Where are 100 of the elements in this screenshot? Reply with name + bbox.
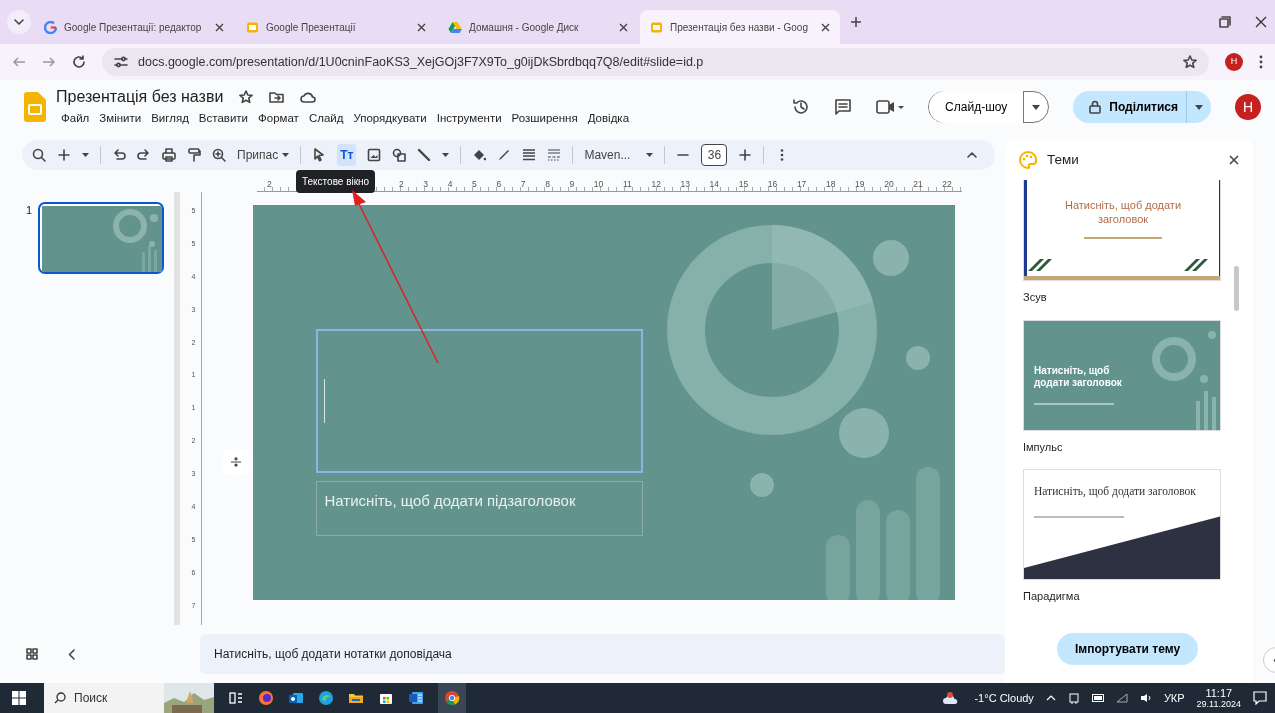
shapes-icon[interactable] xyxy=(392,148,407,162)
theme-preview[interactable]: Натисніть, щоб додати заголовок xyxy=(1023,469,1221,580)
menu-item[interactable]: Змінити xyxy=(94,109,147,129)
firefox-icon[interactable] xyxy=(258,690,274,706)
menu-item[interactable]: Файл xyxy=(56,109,95,129)
font-size-field[interactable]: 36 xyxy=(701,144,728,166)
close-icon[interactable] xyxy=(1255,16,1267,28)
text-box-tool[interactable]: Tт xyxy=(337,144,357,166)
word-icon[interactable] xyxy=(408,690,424,706)
redo-icon[interactable] xyxy=(137,148,151,162)
browser-tab[interactable]: Домашня - Google Диск xyxy=(438,10,638,44)
theme-preview[interactable]: Натисніть, щоб додати заголовок xyxy=(1023,180,1221,281)
task-view-icon[interactable] xyxy=(228,690,244,706)
import-theme-button[interactable]: Імпортувати тему xyxy=(1057,633,1199,665)
more-icon[interactable] xyxy=(1259,55,1263,69)
reload-icon[interactable] xyxy=(72,55,86,69)
back-icon[interactable] xyxy=(12,55,26,69)
clock-date[interactable]: 29.11.2024 xyxy=(1196,699,1241,710)
clock-time[interactable]: 11:17 xyxy=(1205,686,1233,700)
document-title[interactable]: Презентація без назви xyxy=(56,85,224,110)
undo-icon[interactable] xyxy=(112,148,126,162)
zoom-icon[interactable] xyxy=(212,148,226,162)
slideshow-button[interactable]: Слайд-шоу xyxy=(929,91,1024,123)
print-icon[interactable] xyxy=(162,148,176,162)
menu-item[interactable]: Упорядкувати xyxy=(348,109,432,129)
browser-tab[interactable]: Презентація без назви - Goog xyxy=(640,10,840,44)
video-call-icon[interactable] xyxy=(876,99,905,115)
palette-icon xyxy=(1019,151,1037,169)
chevron-left-icon[interactable] xyxy=(68,648,75,660)
ruler-number: 2 xyxy=(267,178,272,191)
ruler-number: 4 xyxy=(447,178,453,191)
ruler-number: 18 xyxy=(825,178,836,191)
theme-name[interactable]: Парадигма xyxy=(1023,588,1225,605)
wifi-icon[interactable] xyxy=(1115,693,1128,703)
profile-avatar[interactable]: Н xyxy=(1225,53,1243,71)
language-indicator[interactable]: УКР xyxy=(1163,689,1185,707)
menu-item[interactable]: Слайд xyxy=(303,109,349,129)
font-dropdown[interactable]: Maven... xyxy=(584,146,654,164)
account-avatar[interactable]: Н xyxy=(1235,94,1261,120)
network-icon[interactable] xyxy=(1067,692,1080,704)
close-icon[interactable] xyxy=(417,22,426,32)
close-icon[interactable] xyxy=(215,22,224,32)
menu-item[interactable]: Інструменти xyxy=(431,109,507,129)
ruler-number: 2 xyxy=(399,178,404,191)
menu-item[interactable]: Розширення xyxy=(506,109,583,129)
close-icon[interactable] xyxy=(821,22,830,32)
volume-icon[interactable] xyxy=(1139,693,1152,703)
cloud-icon[interactable] xyxy=(300,91,317,104)
theme-name[interactable]: Зсув xyxy=(1023,289,1225,306)
menu-item[interactable]: Довідка xyxy=(582,109,635,129)
image-icon[interactable] xyxy=(367,148,382,162)
edge-icon[interactable] xyxy=(318,690,334,706)
zoom-dropdown[interactable]: Припас xyxy=(237,146,290,164)
menu-item[interactable]: Вигляд xyxy=(146,109,194,129)
chevron-up-icon[interactable] xyxy=(1045,695,1056,701)
new-tab-icon[interactable] xyxy=(850,16,862,28)
search-icon[interactable] xyxy=(32,148,46,162)
caret-icon xyxy=(1032,104,1041,110)
theme-name[interactable]: Імпульс xyxy=(1023,438,1225,455)
chrome-icon[interactable] xyxy=(444,690,460,706)
site-settings-icon[interactable] xyxy=(114,56,128,68)
ruler-number: 7 xyxy=(520,178,526,191)
pen-icon[interactable] xyxy=(497,148,512,162)
restore-icon[interactable] xyxy=(1219,16,1231,28)
star-icon[interactable] xyxy=(1183,55,1197,69)
grid-view-icon[interactable] xyxy=(26,648,38,660)
line-weight-icon[interactable] xyxy=(522,148,537,162)
paint-format-icon[interactable] xyxy=(187,148,201,162)
notifications-icon[interactable] xyxy=(1253,691,1267,705)
star-icon[interactable] xyxy=(239,90,254,105)
windows-start-icon[interactable] xyxy=(12,691,26,705)
browser-tab[interactable]: Google Презентації: редактор xyxy=(34,10,234,44)
ruler-number: 10 xyxy=(593,178,604,191)
dropdown-button[interactable] xyxy=(1186,91,1211,123)
cursor-icon[interactable] xyxy=(312,148,327,162)
layout-handle[interactable] xyxy=(222,449,249,475)
move-to-folder-icon[interactable] xyxy=(269,91,285,104)
forward-icon[interactable] xyxy=(42,55,56,69)
history-icon[interactable] xyxy=(792,98,811,116)
close-icon[interactable] xyxy=(1229,155,1239,165)
ruler-number: 17 xyxy=(796,178,807,191)
address-bar[interactable]: docs.google.com/presentation/d/1U0cninFaoKS3_XejGOj3F7X9To_g0ijDkSbrdbqq7Q8/edit#slide=id.p xyxy=(102,48,1209,76)
line-icon[interactable] xyxy=(417,148,432,162)
caret-icon xyxy=(282,153,290,157)
plus-icon[interactable] xyxy=(57,148,71,162)
taskbar-search[interactable]: Поиск xyxy=(44,683,214,713)
menu-item[interactable]: Вставити xyxy=(193,109,254,129)
browser-tab[interactable]: Google Презентації xyxy=(236,10,436,44)
comments-icon[interactable] xyxy=(834,98,853,116)
tab-list-icon[interactable] xyxy=(6,9,32,35)
panel-title: Теми xyxy=(1047,150,1079,169)
menu-item[interactable]: Формат xyxy=(253,109,304,129)
close-icon[interactable] xyxy=(619,22,628,32)
outlook-icon[interactable] xyxy=(288,690,304,706)
ruler-number: 13 xyxy=(680,178,690,191)
fill-color-icon[interactable] xyxy=(472,148,487,162)
plus-icon[interactable] xyxy=(738,148,753,162)
battery-icon[interactable] xyxy=(1091,694,1104,702)
share-button[interactable]: Поділитися xyxy=(1073,91,1186,123)
speaker-notes[interactable]: Натисніть, щоб додати нотатки доповідача xyxy=(200,634,1005,674)
